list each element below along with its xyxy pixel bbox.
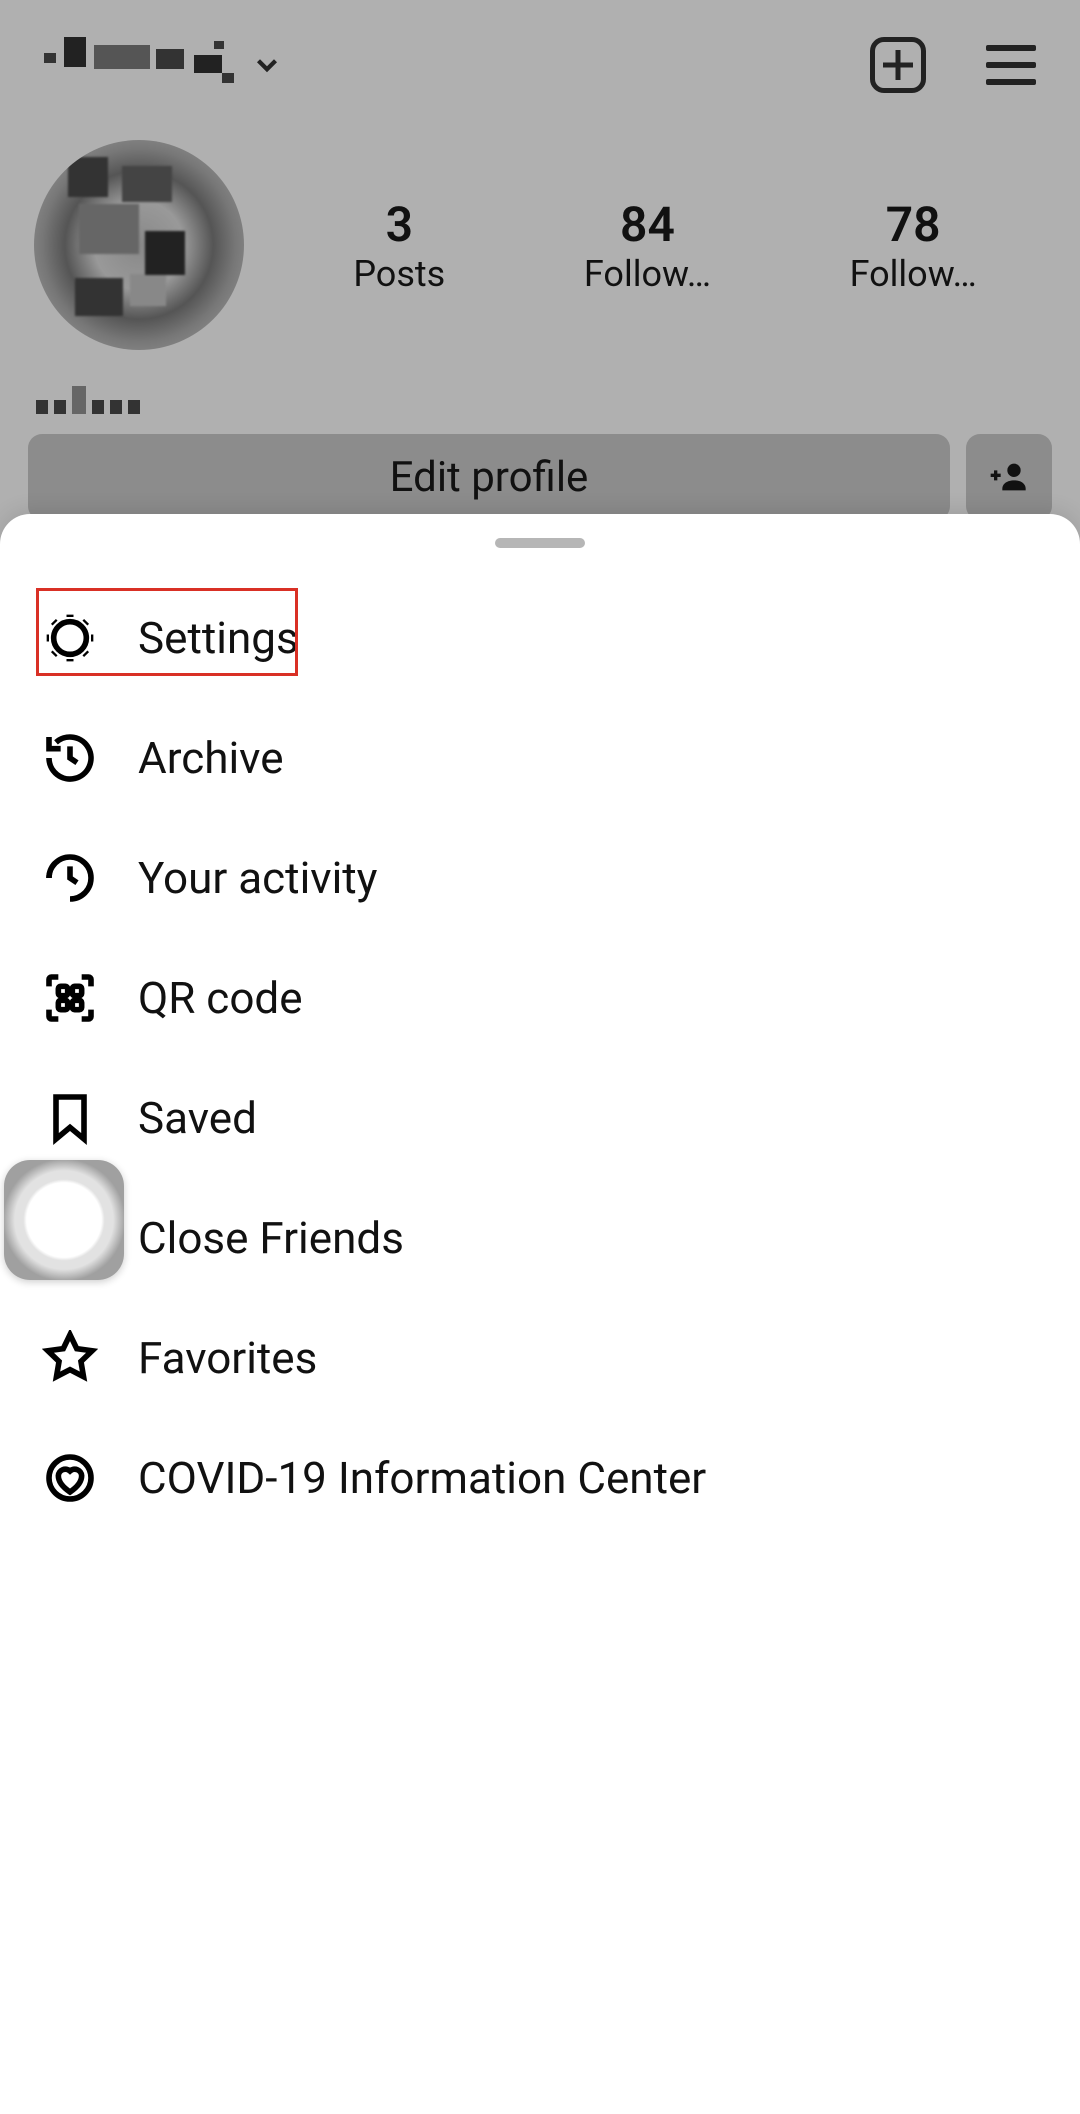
stat-followers-count: 84	[584, 196, 711, 253]
profile-buttons: Edit profile	[0, 434, 1080, 520]
stat-posts-label: Posts	[353, 253, 445, 295]
menu-label: Close Friends	[138, 1212, 404, 1264]
stat-following-count: 78	[850, 196, 977, 253]
profile-header	[0, 0, 1080, 120]
stat-posts-count: 3	[353, 196, 445, 253]
stats-container: 3 Posts 84 Follow… 78 Follow…	[284, 196, 1046, 295]
edit-profile-button[interactable]: Edit profile	[28, 434, 950, 520]
menu-label: Saved	[138, 1092, 257, 1144]
create-button[interactable]	[870, 37, 926, 93]
menu-item-archive[interactable]: Archive	[0, 698, 1080, 818]
menu-label: Archive	[138, 732, 284, 784]
menu-item-saved[interactable]: Saved	[0, 1058, 1080, 1178]
edit-profile-label: Edit profile	[390, 453, 589, 502]
menu-label: Your activity	[138, 852, 378, 904]
menu-item-favorites[interactable]: Favorites	[0, 1298, 1080, 1418]
discover-people-button[interactable]	[966, 434, 1052, 520]
menu-item-settings[interactable]: Settings	[0, 578, 1080, 698]
menu-item-covid[interactable]: COVID-19 Information Center	[0, 1418, 1080, 1538]
stat-posts[interactable]: 3 Posts	[353, 196, 445, 295]
gear-icon	[42, 610, 98, 666]
bookmark-icon	[42, 1090, 98, 1146]
header-actions	[870, 37, 1036, 93]
menu-label: QR code	[138, 972, 303, 1024]
star-icon	[42, 1330, 98, 1386]
add-person-icon	[989, 457, 1029, 497]
stat-following[interactable]: 78 Follow…	[850, 196, 977, 295]
stat-followers[interactable]: 84 Follow…	[584, 196, 711, 295]
menu-label: COVID-19 Information Center	[138, 1452, 706, 1504]
menu-label: Settings	[138, 612, 299, 664]
username-switcher[interactable]	[44, 37, 284, 93]
menu-item-qr-code[interactable]: QR code	[0, 938, 1080, 1058]
chevron-down-icon	[250, 48, 284, 82]
bottom-sheet-menu: Settings Archive Your activity	[0, 514, 1080, 2114]
menu-item-your-activity[interactable]: Your activity	[0, 818, 1080, 938]
stat-followers-label: Follow…	[584, 253, 711, 295]
floating-assistive-widget[interactable]	[4, 1160, 124, 1280]
archive-icon	[42, 730, 98, 786]
menu-item-close-friends[interactable]: Close Friends	[0, 1178, 1080, 1298]
activity-icon	[42, 850, 98, 906]
display-name-redacted	[36, 382, 166, 414]
hamburger-menu-button[interactable]	[986, 45, 1036, 85]
profile-stats-row: 3 Posts 84 Follow… 78 Follow…	[0, 120, 1080, 370]
sheet-grabber[interactable]	[495, 538, 585, 548]
username-redacted	[44, 37, 234, 93]
qr-icon	[42, 970, 98, 1026]
covid-icon	[42, 1450, 98, 1506]
stat-following-label: Follow…	[850, 253, 977, 295]
menu-label: Favorites	[138, 1332, 317, 1384]
avatar[interactable]	[34, 140, 244, 350]
